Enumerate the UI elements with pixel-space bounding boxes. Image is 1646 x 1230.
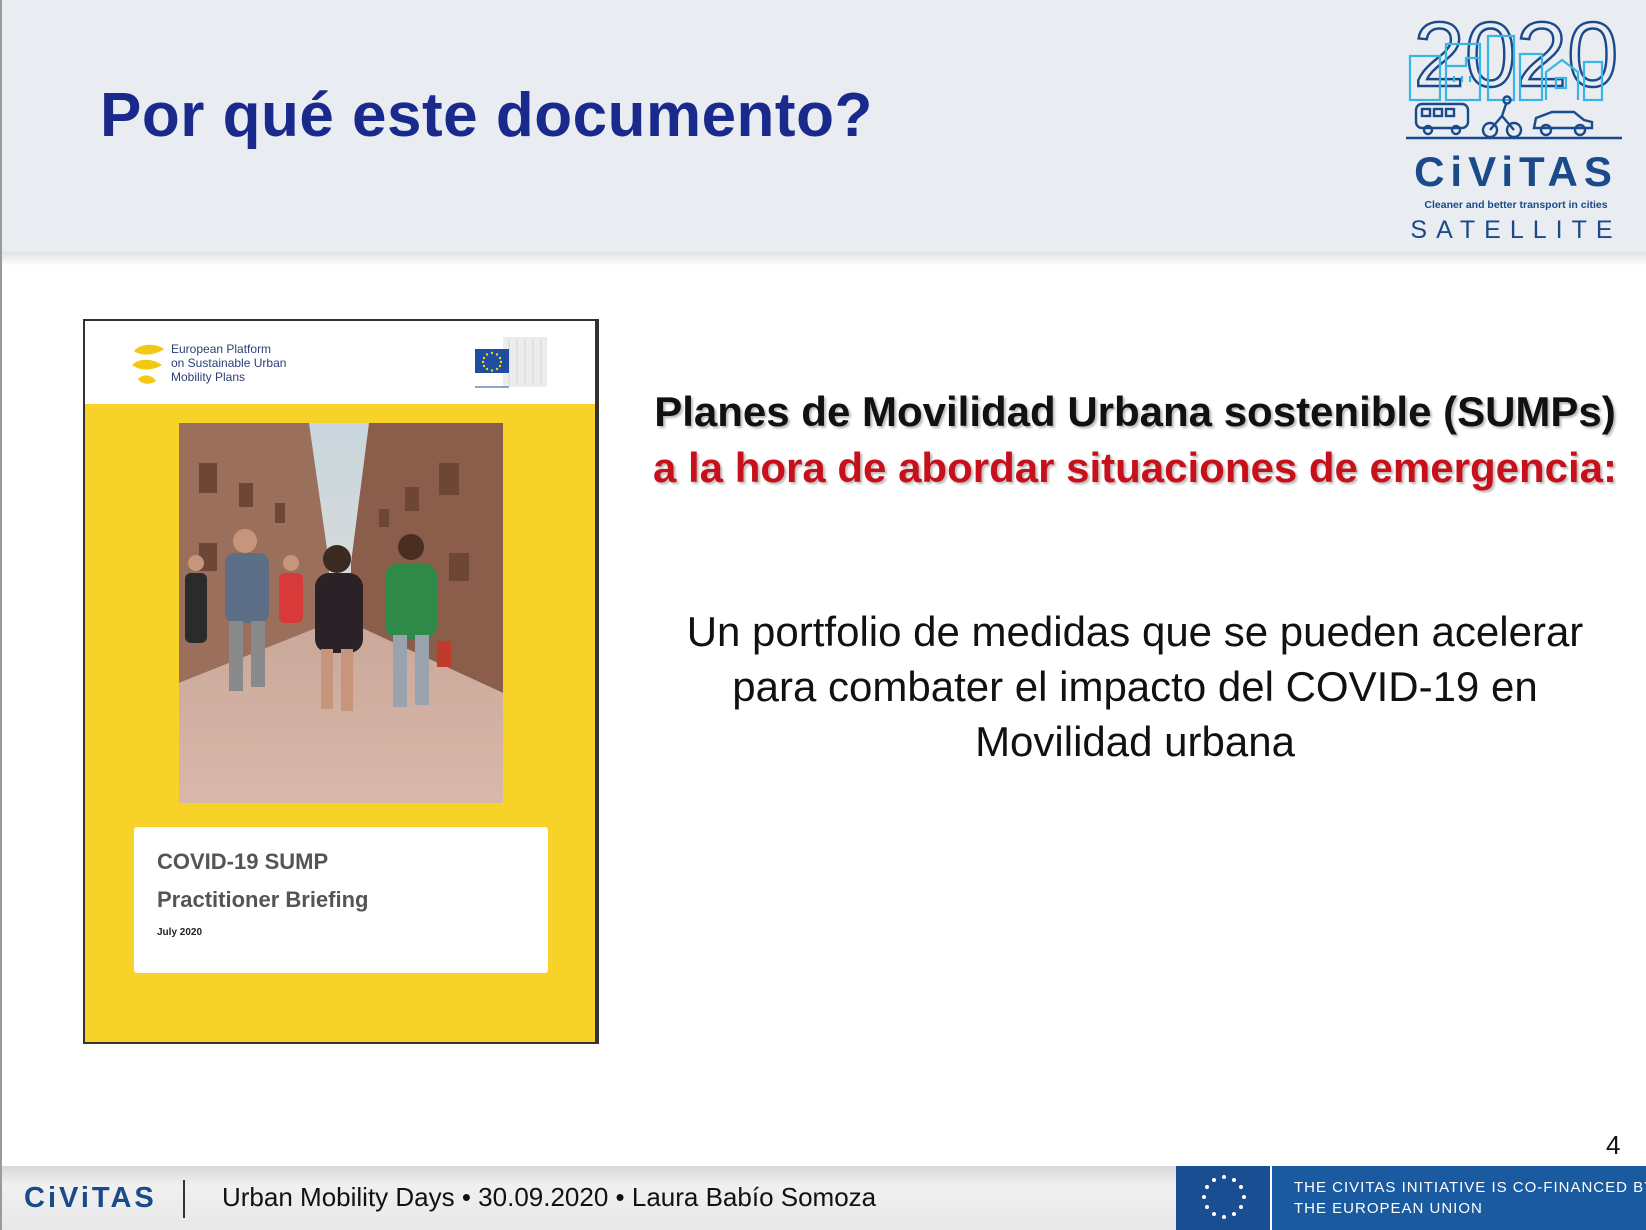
street-crowd-photo xyxy=(179,423,503,803)
eu-flag-icon xyxy=(1176,1166,1272,1230)
cover-subtitle: Practitioner Briefing xyxy=(157,887,369,912)
year-2020-text: 2020 xyxy=(1414,6,1619,106)
briefing-title-box: COVID-19 SUMP Practitioner Briefing July… xyxy=(134,827,548,973)
header-shadow xyxy=(2,252,1646,266)
city-skyline-icon: 2020 xyxy=(1406,3,1622,140)
platform-line: Mobility Plans xyxy=(171,370,246,384)
slide: Por qué este documento? 2020 CiViTAS Cle… xyxy=(0,0,1646,1230)
document-cover: European Platform on Sustainable Urban M… xyxy=(83,319,599,1044)
eltis-platform-logo-icon xyxy=(132,344,164,384)
body-text: Un portfolio de medidas que se pueden ac… xyxy=(686,608,1584,765)
heading-black-text: Planes de Movilidad Urbana sostenible (S… xyxy=(654,388,1616,435)
civitas-tagline: Cleaner and better transport in cities xyxy=(1424,199,1608,211)
page-title: Por qué este documento? xyxy=(100,81,873,150)
eu-cofinanced-banner: THE CIVITAS INITIATIVE IS CO-FINANCED BY… xyxy=(1176,1166,1646,1230)
platform-line: European Platform xyxy=(171,342,272,356)
cover-title: COVID-19 SUMP xyxy=(157,849,329,874)
page-number: 4 xyxy=(1606,1130,1621,1160)
main-heading: Planes de Movilidad Urbana sostenible (S… xyxy=(642,384,1628,496)
european-commission-logo-icon xyxy=(475,337,547,388)
eu-cofinanced-text: THE CIVITAS INITIATIVE IS CO-FINANCED BY… xyxy=(1294,1177,1646,1219)
civitas-2020-logo: 2020 CiViTAS Cleaner and better transpor… xyxy=(1406,3,1626,244)
eu-text-line: THE CIVITAS INITIATIVE IS CO-FINANCED BY xyxy=(1294,1179,1646,1196)
cover-date: July 2020 xyxy=(157,927,203,938)
satellite-label: SATELLITE xyxy=(1410,216,1622,244)
cover-header: European Platform on Sustainable Urban M… xyxy=(85,321,595,404)
platform-line: on Sustainable Urban xyxy=(171,356,287,370)
footer-event-text: Urban Mobility Days • 30.09.2020 • Laura… xyxy=(222,1182,877,1212)
civitas-wordmark: CiViTAS xyxy=(1414,148,1618,195)
eu-text-line: THE EUROPEAN UNION xyxy=(1294,1200,1483,1217)
heading-red-text: a la hora de abordar situaciones de emer… xyxy=(652,444,1617,491)
footer-divider xyxy=(183,1180,185,1218)
footer-civitas-logo: CiViTAS xyxy=(24,1182,157,1214)
platform-name: European Platform on Sustainable Urban M… xyxy=(171,342,286,384)
